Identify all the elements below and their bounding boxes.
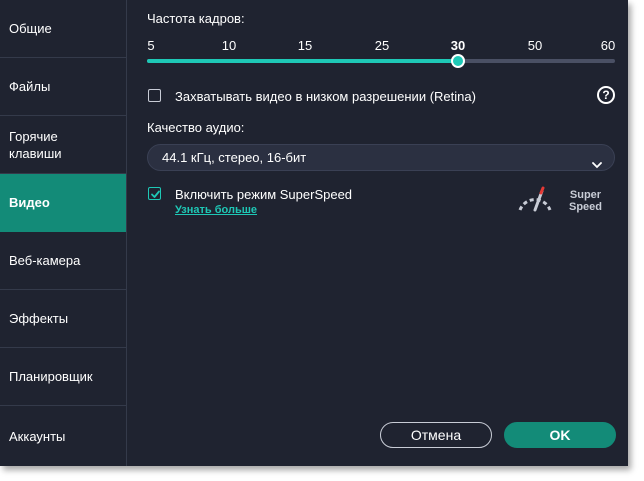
audio-quality-select[interactable]: 44.1 кГц, стерео, 16-бит	[147, 144, 615, 171]
sidebar-item-label: Файлы	[9, 79, 51, 94]
sidebar-item-video[interactable]: Видео	[0, 174, 126, 232]
sidebar-item-effects[interactable]: Эффекты	[0, 290, 126, 348]
checkmark-icon	[151, 190, 160, 198]
framerate-tick: 10	[221, 38, 237, 53]
framerate-tick: 60	[600, 38, 616, 53]
framerate-slider-fill	[147, 59, 458, 63]
audio-quality-label: Качество аудио:	[147, 120, 245, 135]
speedometer-icon	[515, 185, 555, 218]
superspeed-badge-line1: Super	[569, 189, 602, 201]
framerate-tick: 5	[147, 38, 155, 53]
sidebar-item-general[interactable]: Общие	[0, 0, 126, 58]
sidebar-item-webcam[interactable]: Веб-камера	[0, 232, 126, 290]
sidebar-item-hotkeys[interactable]: Горячие клавиши	[0, 116, 126, 174]
sidebar-item-label: Планировщик	[9, 369, 93, 384]
sidebar-item-label: Аккаунты	[9, 428, 66, 444]
sidebar-item-label: Видео	[9, 195, 50, 210]
sidebar-item-files[interactable]: Файлы	[0, 58, 126, 116]
superspeed-checkbox[interactable]	[148, 187, 161, 200]
help-icon[interactable]: ?	[597, 86, 615, 104]
framerate-slider[interactable]	[147, 54, 615, 68]
audio-quality-value: 44.1 кГц, стерео, 16-бит	[162, 150, 307, 165]
retina-label: Захватывать видео в низком разрешении (R…	[175, 89, 476, 104]
sidebar-item-label: Веб-камера	[9, 253, 81, 268]
framerate-tick: 15	[297, 38, 313, 53]
sidebar-item-label: Эффекты	[9, 311, 69, 326]
superspeed-badge-line2: Speed	[569, 201, 603, 213]
framerate-tick: 25	[374, 38, 390, 53]
retina-checkbox[interactable]	[148, 89, 161, 102]
sidebar-item-label-line1: Горячие	[9, 128, 58, 144]
sidebar-item-label: Горячие клавиши	[9, 128, 62, 162]
ok-button[interactable]: OK	[504, 422, 616, 448]
sidebar-item-scheduler[interactable]: Планировщик	[0, 348, 126, 406]
superspeed-label: Включить режим SuperSpeed	[175, 187, 353, 202]
sidebar-item-label-line2: клавиши	[9, 145, 62, 161]
video-settings-panel: Частота кадров: 5 10 15 25 30 50 60 Захв…	[127, 0, 628, 466]
sidebar-item-label: Общие	[9, 21, 52, 36]
settings-window: Общие Файлы Горячие клавиши Видео Веб-ка…	[0, 0, 628, 466]
chevron-down-icon	[592, 152, 602, 177]
learn-more-link[interactable]: Узнать больше	[175, 204, 257, 216]
sidebar: Общие Файлы Горячие клавиши Видео Веб-ка…	[0, 0, 127, 466]
framerate-slider-thumb[interactable]	[451, 54, 465, 68]
sidebar-item-accounts[interactable]: Аккаунты	[0, 406, 126, 466]
cancel-button[interactable]: Отмена	[380, 422, 492, 448]
framerate-label: Частота кадров:	[147, 11, 245, 26]
framerate-tick-selected: 30	[450, 38, 466, 53]
superspeed-badge: Super Speed	[569, 189, 602, 213]
framerate-tick: 50	[527, 38, 543, 53]
